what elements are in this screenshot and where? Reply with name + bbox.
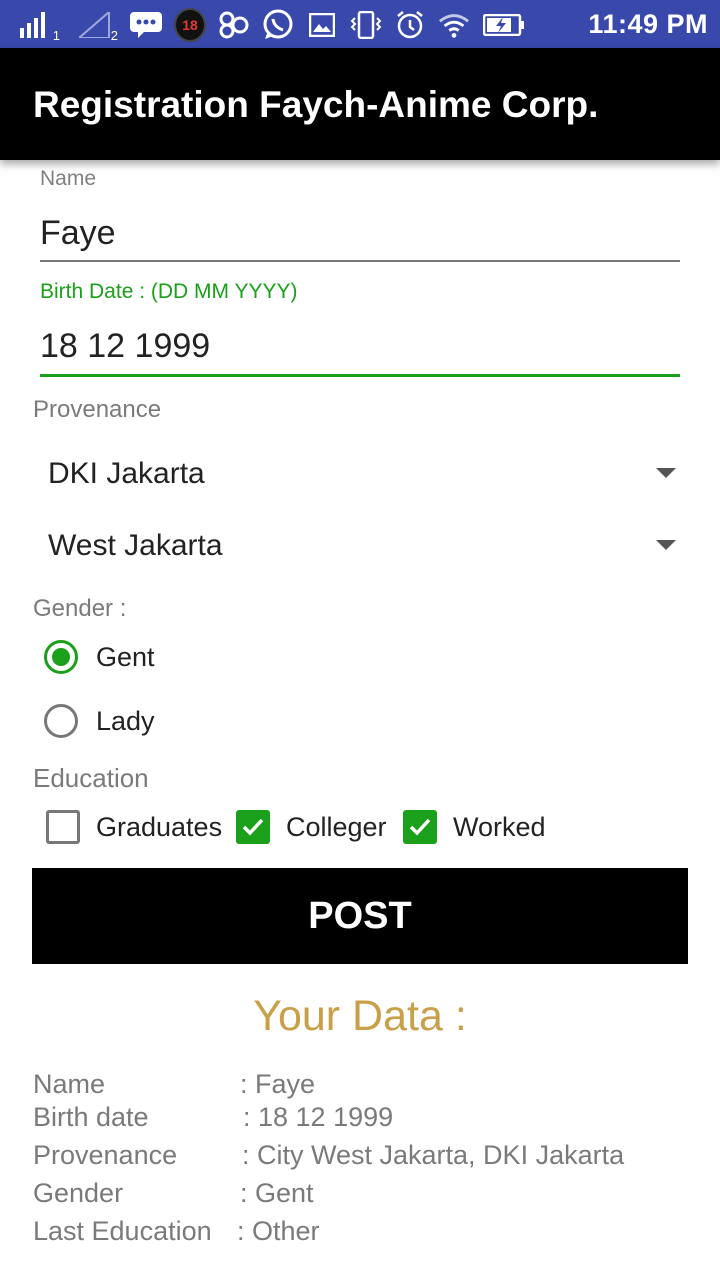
name-input[interactable]: Faye [40, 214, 116, 253]
checkbox-graduates-label: Graduates [96, 812, 223, 842]
birth-date-label: Birth Date : (DD MM YYYY) [40, 280, 298, 303]
vibrate-icon [350, 9, 382, 41]
app-icon [218, 9, 250, 41]
result-value-last-education: : Other [237, 1216, 320, 1246]
result-label-name: Name [33, 1069, 106, 1099]
signal-icon: 1 [14, 9, 60, 43]
radio-checked-icon [44, 640, 78, 674]
province-value: DKI Jakarta [48, 457, 205, 490]
checkbox-worked[interactable]: Worked [403, 808, 563, 848]
radio-lady[interactable]: Lady [44, 701, 344, 741]
app-title: Registration Faych-Anime Corp. [33, 84, 599, 125]
message-icon [130, 9, 162, 41]
chevron-down-icon [656, 540, 676, 550]
sim1-label: 1 [52, 28, 60, 43]
birth-date-underline [40, 374, 680, 377]
result-label-birth-date: Birth date [33, 1102, 149, 1132]
post-button[interactable]: POST [32, 868, 688, 964]
result-value-birth-date: : 18 12 1999 [243, 1102, 394, 1132]
chevron-down-icon [656, 468, 676, 478]
signal-weak-icon: 2 [72, 9, 118, 43]
checkbox-colleger-label: Colleger [286, 812, 387, 842]
checkbox-checked-icon [403, 810, 437, 844]
image-icon [306, 9, 338, 41]
status-right: 11:49 PM [588, 6, 708, 42]
city-spinner[interactable]: West Jakarta [32, 512, 688, 582]
result-label-provenance: Provenance [33, 1140, 178, 1170]
notification-count: 18 [174, 8, 206, 42]
alarm-icon [394, 9, 426, 41]
name-label: Name [40, 167, 97, 190]
provenance-label: Provenance [33, 396, 162, 423]
status-icons: 1 2 18 [14, 8, 526, 43]
city-value: West Jakarta [48, 529, 223, 562]
battery-icon [482, 9, 526, 41]
your-data-title: Your Data : [253, 992, 467, 1040]
result-value-gender: : Gent [240, 1178, 314, 1208]
gender-label: Gender : [33, 595, 127, 622]
radio-lady-label: Lady [96, 706, 155, 736]
radio-unchecked-icon [44, 704, 78, 738]
wifi-icon [438, 9, 470, 41]
checkbox-worked-label: Worked [453, 812, 546, 842]
app-bar: Registration Faych-Anime Corp. [0, 48, 720, 160]
checkbox-checked-icon [236, 810, 270, 844]
checkbox-unchecked-icon [46, 810, 80, 844]
education-label: Education [33, 763, 149, 793]
result-value-provenance: : City West Jakarta, DKI Jakarta [242, 1140, 625, 1170]
checkbox-graduates[interactable]: Graduates [46, 808, 226, 848]
birth-date-input[interactable]: 18 12 1999 [40, 327, 210, 366]
status-bar: 1 2 18 11:49 PM [0, 0, 720, 48]
result-value-name: : Faye [240, 1069, 316, 1099]
radio-gent-label: Gent [96, 642, 155, 672]
checkbox-colleger[interactable]: Colleger [236, 808, 396, 848]
sim2-label: 2 [110, 28, 118, 43]
province-spinner[interactable]: DKI Jakarta [32, 440, 688, 510]
result-label-last-education: Last Education [33, 1216, 212, 1246]
result-label-gender: Gender [33, 1178, 124, 1208]
name-underline [40, 260, 680, 262]
clock: 11:49 PM [588, 8, 708, 39]
whatsapp-icon [262, 9, 294, 41]
radio-gent[interactable]: Gent [44, 637, 344, 677]
notification-badge-icon: 18 [174, 8, 206, 42]
